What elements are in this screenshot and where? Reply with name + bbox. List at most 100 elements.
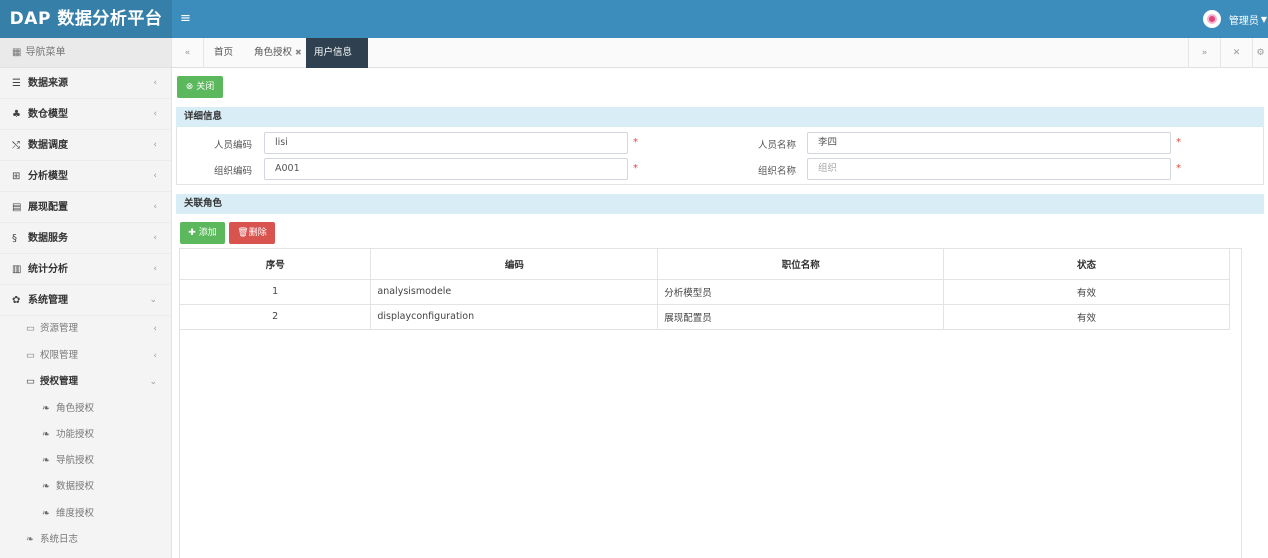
grid-icon: ▦	[12, 47, 22, 58]
close-tab-icon[interactable]: ✖	[295, 48, 302, 57]
folder-icon: ▭	[26, 323, 35, 334]
avatar[interactable]	[1202, 10, 1221, 28]
leaf-icon: ❧	[42, 481, 50, 493]
required-mark: *	[1176, 137, 1181, 148]
sitemap-icon: ⊞	[12, 171, 21, 182]
person-code-label: 人员编码	[213, 140, 252, 151]
nav-menu-title: ▦ 导航菜单	[0, 38, 171, 68]
add-role-button[interactable]: ✚ 添加	[180, 222, 225, 244]
bar-chart-icon: ▥	[12, 264, 22, 275]
sidebar-leaf-data-auth[interactable]: ❧ 数据授权	[0, 474, 171, 500]
sidebar-item-analysis-model[interactable]: ⊞ 分析模型 ‹	[0, 161, 171, 192]
cell-status: 有效	[943, 304, 1230, 330]
cell-code: analysismodele	[370, 279, 659, 305]
roles-table-container: 序号 编码 职位名称 状态 1 analysismodele 分析模型员 有效 …	[179, 248, 1242, 558]
org-name-input[interactable]: 组织	[807, 158, 1171, 180]
cell-index: 1	[180, 279, 372, 305]
leaf-icon: ❧	[42, 507, 50, 519]
sidebar-sub-item-permission[interactable]: ▭ 权限管理 ‹	[0, 343, 171, 370]
top-header: DAP 数据分析平台 ≡ 管理员 ▼	[0, 0, 1268, 38]
chevron-left-icon: ‹	[153, 264, 157, 274]
tab-home[interactable]: 首页	[206, 38, 241, 68]
tab-role-auth[interactable]: 角色授权 ✖	[246, 38, 310, 68]
sidebar-leaf-role-auth[interactable]: ❧ 角色授权	[0, 396, 171, 422]
sidebar-item-warehouse-model[interactable]: ♣ 数仓模型 ‹	[0, 99, 171, 130]
required-mark: *	[633, 137, 638, 148]
caret-down-icon: ▼	[1260, 14, 1267, 24]
org-code-label: 组织编码	[213, 166, 252, 177]
required-mark: *	[633, 163, 638, 174]
chevron-left-icon: ‹	[153, 202, 157, 212]
chevron-down-icon: ⌄	[149, 377, 157, 387]
sidebar-leaf-dimension-auth[interactable]: ❧ 维度授权	[0, 501, 171, 527]
sidebar-item-data-service[interactable]: § 数据服务 ‹	[0, 223, 171, 254]
leaf-icon: ❧	[26, 533, 34, 545]
column-header-status[interactable]: 状态	[943, 249, 1230, 280]
close-circle-icon: ⊗	[185, 82, 194, 92]
sidebar-item-data-schedule[interactable]: ⤭ 数据调度 ‹	[0, 130, 171, 161]
close-button[interactable]: ⊗ 关闭	[177, 76, 223, 98]
cell-index: 2	[180, 304, 372, 330]
trash-icon: 🗑	[237, 228, 249, 238]
leaf-icon: ❧	[42, 402, 50, 414]
sidebar-sub-item-resource[interactable]: ▭ 资源管理 ‹	[0, 316, 171, 343]
app-logo[interactable]: DAP 数据分析平台	[0, 0, 172, 38]
delete-role-button[interactable]: 🗑删除	[229, 222, 275, 244]
service-icon: §	[12, 233, 17, 244]
database-icon: ☰	[12, 78, 21, 89]
sidebar-sub-item-system-log[interactable]: ❧ 系统日志	[0, 527, 171, 554]
sidebar-leaf-nav-auth[interactable]: ❧ 导航授权	[0, 448, 171, 474]
sidebar-item-statistics[interactable]: ▥ 统计分析 ‹	[0, 254, 171, 285]
cell-status: 有效	[943, 279, 1230, 305]
close-tab-icon[interactable]: ✖	[317, 78, 324, 87]
shuffle-icon: ⤭	[12, 140, 20, 151]
tab-scroll-right-icon[interactable]: »	[1188, 38, 1220, 68]
sidebar-item-system-admin[interactable]: ✿ 系统管理 ⌄	[0, 285, 171, 316]
person-code-input[interactable]: lisi	[264, 132, 628, 154]
chevron-down-icon: ⌄	[149, 295, 157, 305]
person-name-label: 人员名称	[757, 140, 796, 151]
person-name-input[interactable]: 李四	[807, 132, 1171, 154]
table-row[interactable]: 1 analysismodele 分析模型员 有效	[180, 279, 1230, 305]
chevron-left-icon: ‹	[153, 350, 157, 361]
tabs-bar: « 首页 角色授权 ✖ 用户信息✖ » ✕ ⚙	[172, 38, 1268, 87]
column-header-position[interactable]: 职位名称	[657, 249, 945, 280]
tab-user-info[interactable]: 用户信息✖	[306, 38, 368, 87]
sidebar-item-display-config[interactable]: ▤ 展现配置 ‹	[0, 192, 171, 223]
leaf-icon: ❧	[42, 455, 50, 467]
chevron-left-icon: ‹	[153, 171, 157, 181]
sidebar-item-data-source[interactable]: ☰ 数据来源 ‹	[0, 68, 171, 99]
detail-panel-heading: 详细信息	[176, 107, 1264, 127]
cubes-icon: ♣	[12, 109, 21, 120]
fullscreen-icon[interactable]: ✕	[1220, 38, 1252, 68]
folder-icon: ▭	[26, 349, 35, 361]
folder-icon: ▭	[26, 376, 35, 387]
chevron-left-icon: ‹	[153, 233, 157, 243]
film-icon: ▤	[12, 202, 22, 213]
leaf-icon: ❧	[42, 428, 50, 440]
column-header-index[interactable]: 序号	[180, 249, 372, 280]
menu-toggle-icon[interactable]: ≡	[180, 0, 191, 38]
tab-scroll-left-icon[interactable]: «	[172, 38, 204, 68]
settings-icon[interactable]: ⚙	[1252, 38, 1268, 68]
org-code-input[interactable]: A001	[264, 158, 628, 180]
chevron-left-icon: ‹	[153, 78, 157, 88]
sidebar-leaf-function-auth[interactable]: ❧ 功能授权	[0, 422, 171, 448]
org-name-label: 组织名称	[757, 166, 796, 177]
cell-position: 展现配置员	[657, 304, 945, 330]
plus-icon: ✚	[188, 228, 196, 238]
chevron-left-icon: ‹	[153, 140, 157, 150]
table-row[interactable]: 2 displayconfiguration 展现配置员 有效	[180, 304, 1230, 330]
table-header-row: 序号 编码 职位名称 状态	[180, 249, 1230, 280]
required-mark: *	[1176, 163, 1181, 174]
cell-code: displayconfiguration	[370, 304, 659, 330]
roles-panel-heading: 关联角色	[176, 194, 1264, 214]
chevron-left-icon: ‹	[153, 324, 157, 334]
user-menu[interactable]: 管理员 ▼	[1202, 0, 1268, 38]
sidebar-sub-item-authorization[interactable]: ▭ 授权管理 ⌄	[0, 369, 171, 396]
user-name[interactable]: 管理员	[1229, 12, 1259, 27]
sidebar: ▦ 导航菜单 ☰ 数据来源 ‹ ♣ 数仓模型 ‹ ⤭ 数据调度 ‹ ⊞ 分析模型 ‹ ▤ 展…	[0, 38, 172, 558]
cell-position: 分析模型员	[657, 279, 945, 305]
column-header-code[interactable]: 编码	[370, 249, 659, 280]
chevron-left-icon: ‹	[153, 109, 157, 119]
